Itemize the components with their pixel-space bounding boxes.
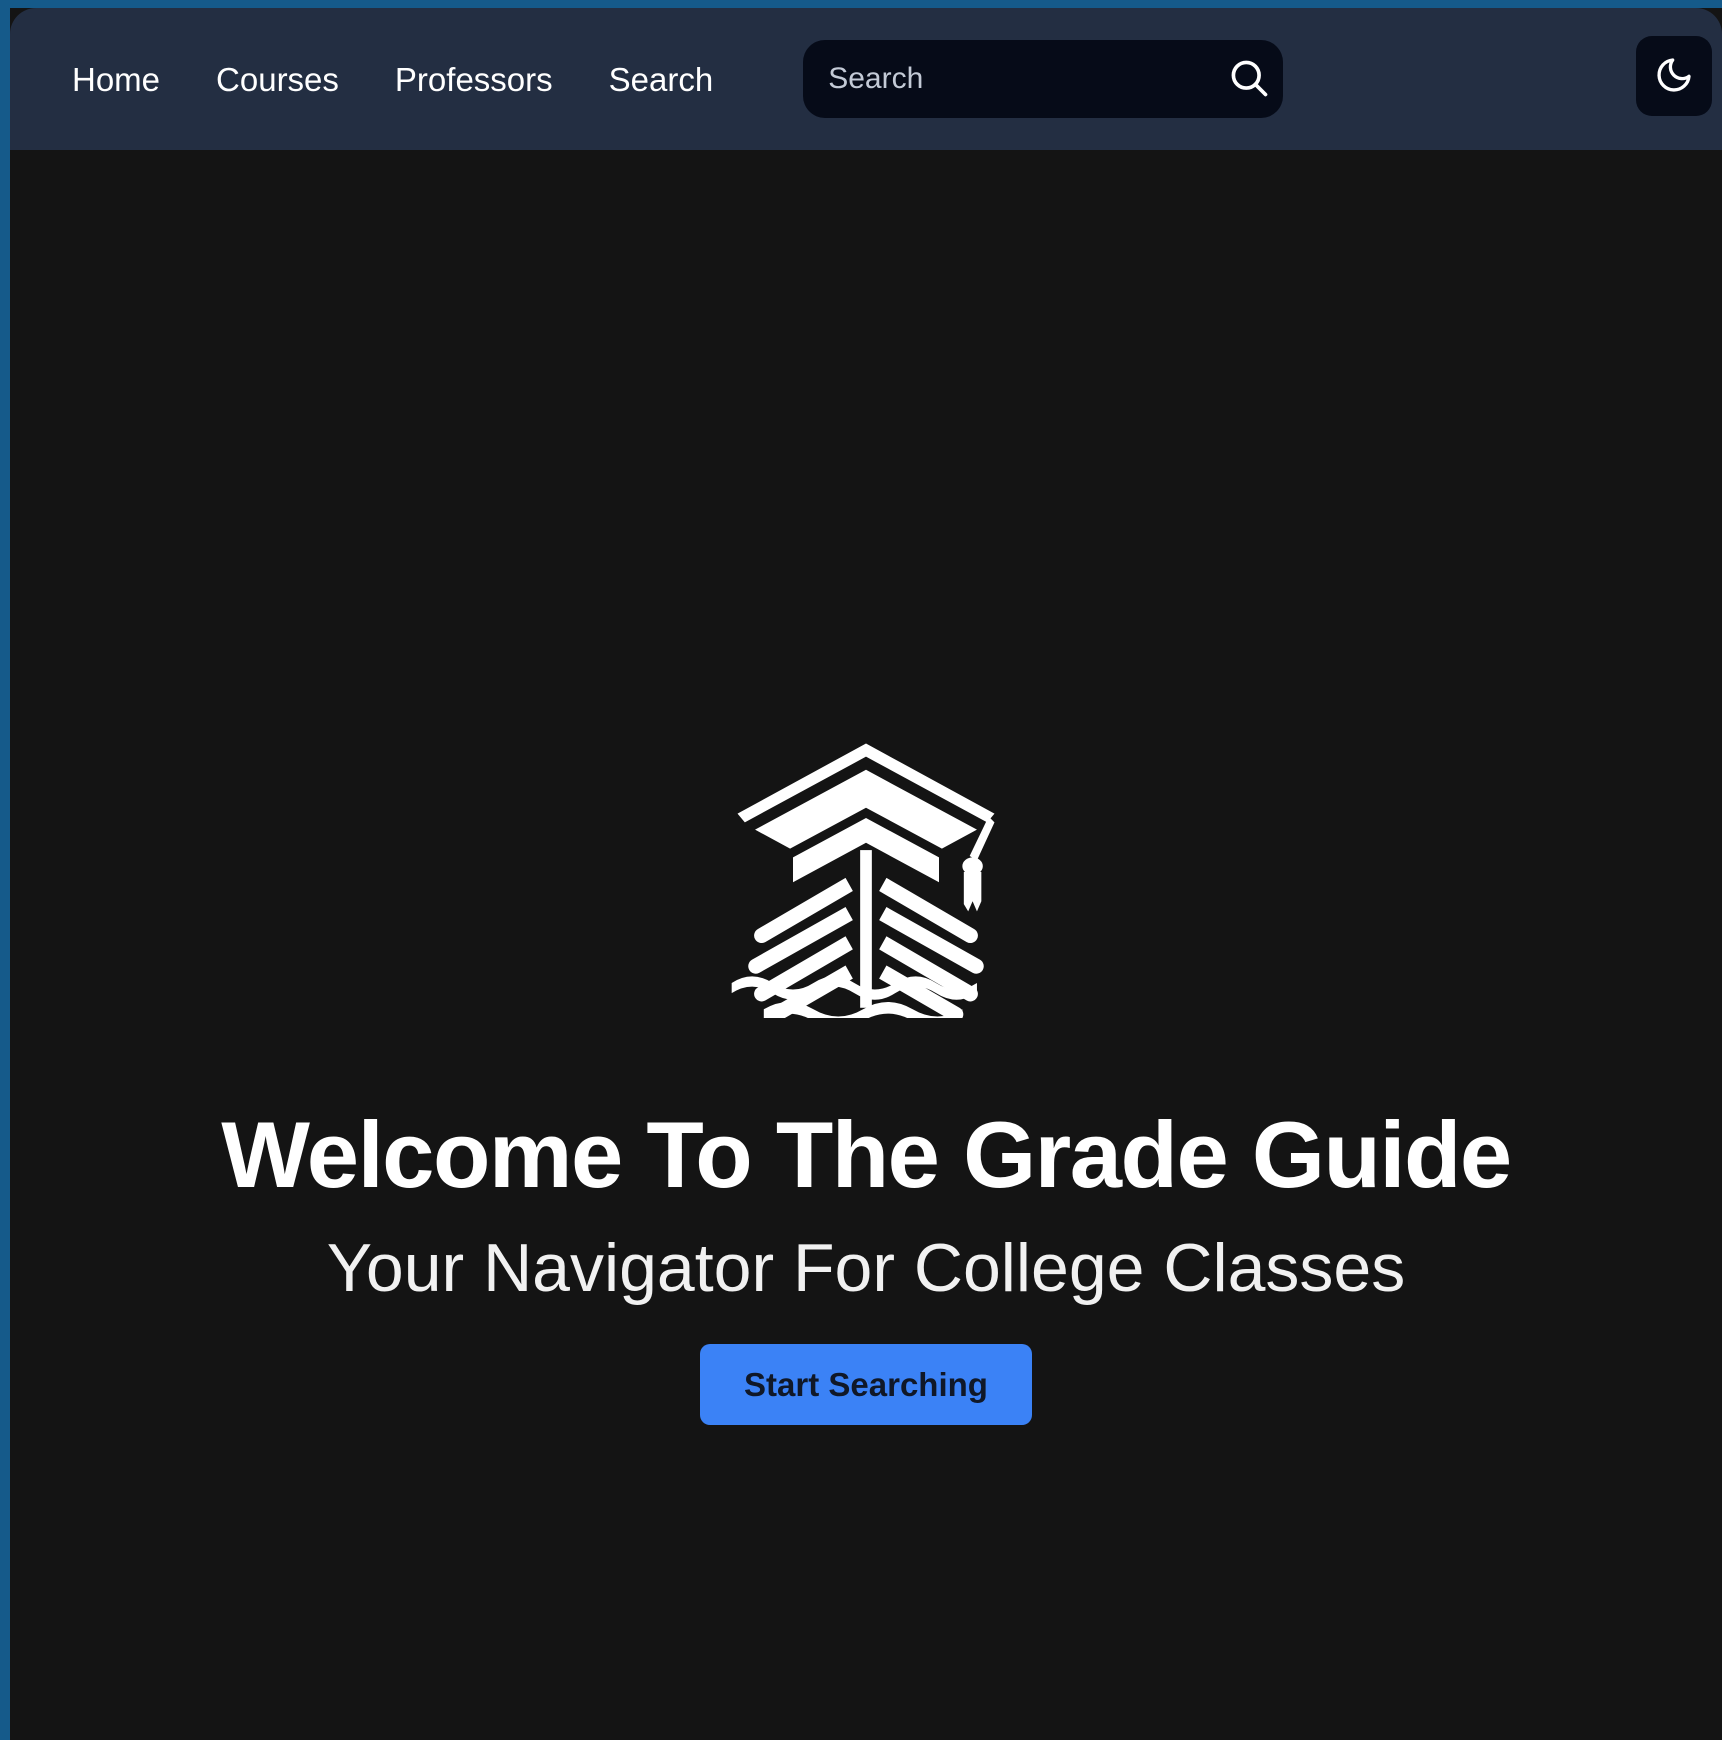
navbar: Home Courses Professors Search: [10, 8, 1722, 150]
hero-section: Welcome To The Grade Guide Your Navigato…: [10, 150, 1722, 1740]
graduation-ship-logo-icon: [716, 726, 1016, 1055]
search-submit-button[interactable]: [1214, 40, 1283, 118]
nav-link-home[interactable]: Home: [72, 63, 160, 96]
moon-icon: [1654, 55, 1694, 98]
dark-mode-toggle-button[interactable]: [1636, 36, 1712, 116]
logo-wrap: [716, 726, 1016, 1055]
nav-link-search[interactable]: Search: [609, 63, 714, 96]
search-bar: [803, 40, 1284, 118]
start-searching-button[interactable]: Start Searching: [700, 1344, 1032, 1425]
page-frame: Home Courses Professors Search Search We…: [0, 0, 1722, 1740]
page-title: Welcome To The Grade Guide: [221, 1102, 1512, 1207]
page-inner: Home Courses Professors Search Search We…: [10, 8, 1722, 1740]
nav-link-courses[interactable]: Courses: [216, 63, 339, 96]
nav-link-professors[interactable]: Professors: [395, 63, 553, 96]
page-subtitle: Your Navigator For College Classes: [326, 1230, 1406, 1306]
search-icon: [1227, 56, 1271, 103]
search-input[interactable]: [803, 40, 1215, 118]
nav-links: Home Courses Professors Search: [72, 63, 713, 96]
